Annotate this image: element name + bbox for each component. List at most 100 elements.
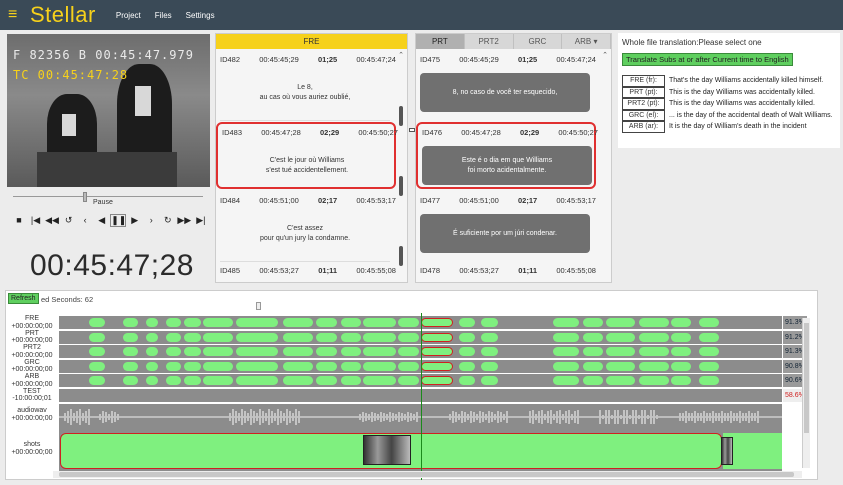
subtitle-text[interactable]: C'est assez pour qu'un jury la condamne.: [220, 214, 390, 253]
subtitle-segment[interactable]: [166, 361, 181, 371]
subtitle-entry-current[interactable]: ID476 00:45:47;28 02;29 00:45:50;27 Este é …: [416, 122, 598, 189]
subtitle-segment[interactable]: [283, 318, 313, 327]
subtitle-segment[interactable]: [481, 361, 498, 371]
tab-prt2[interactable]: PRT2: [464, 34, 514, 49]
subtitle-segment[interactable]: [316, 347, 337, 356]
subtitle-segment[interactable]: [671, 361, 691, 371]
play-icon[interactable]: ▶: [128, 215, 142, 226]
subtitle-segment[interactable]: [89, 376, 105, 385]
subtitle-segment[interactable]: [184, 376, 201, 385]
subtitle-segment[interactable]: [421, 332, 453, 342]
prt-scrollbar[interactable]: ⌃: [601, 51, 609, 281]
subtitle-segment[interactable]: [606, 376, 635, 385]
lang-button-grc[interactable]: GRC (el):: [622, 109, 665, 121]
subtitle-segment[interactable]: [639, 361, 669, 371]
subtitle-segment[interactable]: [123, 332, 138, 342]
chevron-up-icon[interactable]: ⌃: [601, 51, 609, 59]
subtitle-entry[interactable]: ID475 00:45:45;29 01;25 00:45:47;24 8, no c…: [416, 51, 596, 118]
subtitle-segment[interactable]: [421, 347, 453, 356]
subtitle-text[interactable]: É suficiente por um júri condenar.: [420, 214, 590, 253]
pause-icon[interactable]: ❚❚: [110, 213, 126, 227]
subtitle-segment[interactable]: [699, 347, 719, 356]
subtitle-segment[interactable]: [459, 376, 475, 385]
subtitle-segment[interactable]: [236, 318, 278, 327]
subtitle-segment[interactable]: [283, 332, 313, 342]
subtitle-segment[interactable]: [316, 376, 337, 385]
subtitle-segment[interactable]: [699, 376, 719, 385]
subtitle-segment[interactable]: [184, 347, 201, 356]
subtitle-text[interactable]: Este é o dia em que Williams foi morto ac…: [422, 146, 592, 185]
subtitle-segment[interactable]: [699, 332, 719, 342]
subtitle-segment[interactable]: [606, 361, 635, 371]
subtitle-segment[interactable]: [363, 347, 396, 356]
subtitle-text[interactable]: C'est le jour où Williams s'est tué accid…: [222, 146, 392, 185]
subtitle-entry[interactable]: ID484 00:45:51;00 02;17 00:45:53;17 C'est a…: [216, 192, 396, 259]
subtitle-entry[interactable]: ID482 00:45:45;29 01;25 00:45:47;24 Le 8, au…: [216, 51, 396, 118]
subtitle-segment[interactable]: [236, 361, 278, 371]
subtitle-entry[interactable]: ID478 00:45:53;27 01;11 00:45:55;08: [416, 262, 596, 282]
lang-button-arb[interactable]: ARB (ar):: [622, 121, 665, 133]
subtitle-segment[interactable]: [398, 376, 419, 385]
scroll-thumb[interactable]: [804, 323, 809, 433]
subtitle-segment[interactable]: [341, 376, 361, 385]
subtitle-segment[interactable]: [481, 376, 498, 385]
subtitle-segment[interactable]: [481, 332, 498, 342]
menu-project[interactable]: Project: [116, 11, 141, 20]
playhead[interactable]: [421, 313, 422, 480]
subtitle-segment[interactable]: [699, 318, 719, 327]
lang-button-fre[interactable]: FRE (fr):: [622, 75, 665, 87]
subtitle-segment[interactable]: [236, 347, 278, 356]
subtitle-segment[interactable]: [398, 361, 419, 371]
subtitle-segment[interactable]: [583, 376, 603, 385]
timeline-resize-handle[interactable]: [256, 302, 261, 310]
subtitle-segment[interactable]: [459, 347, 475, 356]
subtitle-segment[interactable]: [583, 318, 603, 327]
subtitle-segment[interactable]: [123, 318, 138, 327]
subtitle-segment[interactable]: [203, 361, 233, 371]
subtitle-segment[interactable]: [459, 332, 475, 342]
subtitle-segment[interactable]: [553, 332, 579, 342]
subtitle-segment[interactable]: [146, 318, 158, 327]
subtitle-segment[interactable]: [671, 318, 691, 327]
hamburger-menu-icon[interactable]: ≡: [8, 6, 24, 24]
step-forward-icon[interactable]: ›: [144, 215, 158, 225]
subtitle-segment[interactable]: [606, 332, 635, 342]
subtitle-segment[interactable]: [283, 347, 313, 356]
subtitle-segment[interactable]: [639, 376, 669, 385]
subtitle-segment[interactable]: [606, 318, 635, 327]
subtitle-segment[interactable]: [316, 361, 337, 371]
subtitle-segment[interactable]: [236, 376, 278, 385]
timeline-hscroll[interactable]: [53, 471, 802, 478]
subtitle-text[interactable]: 8, no caso de você ter esquecido,: [420, 73, 590, 112]
subtitle-segment[interactable]: [123, 347, 138, 356]
lang-button-prt2[interactable]: PRT2 (pt):: [622, 98, 665, 110]
subtitle-segment[interactable]: [398, 318, 419, 327]
subtitle-segment[interactable]: [671, 332, 691, 342]
subtitle-segment[interactable]: [481, 347, 498, 356]
subtitle-segment[interactable]: [363, 332, 396, 342]
subtitle-segment[interactable]: [699, 361, 719, 371]
subtitle-entry[interactable]: ID485 00:45:53;27 01;11 00:45:55;08: [216, 262, 396, 282]
subtitle-segment[interactable]: [341, 332, 361, 342]
subtitle-segment[interactable]: [639, 332, 669, 342]
subtitle-segment[interactable]: [283, 361, 313, 371]
scroll-thumb[interactable]: [399, 246, 403, 266]
subtitle-segment[interactable]: [316, 332, 337, 342]
scroll-thumb[interactable]: [399, 106, 403, 126]
chevron-up-icon[interactable]: ⌃: [397, 51, 405, 59]
subtitle-segment[interactable]: [89, 318, 105, 327]
subtitle-segment[interactable]: [459, 361, 475, 371]
menu-settings[interactable]: Settings: [186, 11, 215, 20]
subtitle-segment[interactable]: [203, 376, 233, 385]
subtitle-segment[interactable]: [184, 361, 201, 371]
scroll-thumb[interactable]: [399, 176, 403, 196]
subtitle-segment[interactable]: [166, 332, 181, 342]
subtitle-segment[interactable]: [89, 361, 105, 371]
subtitle-segment[interactable]: [203, 347, 233, 356]
subtitle-segment[interactable]: [236, 332, 278, 342]
subtitle-segment[interactable]: [341, 361, 361, 371]
play-reverse-icon[interactable]: ◀: [95, 215, 109, 226]
subtitle-segment[interactable]: [123, 376, 138, 385]
replay-icon[interactable]: ↺: [62, 215, 76, 226]
fre-scrollbar[interactable]: ⌃: [397, 51, 405, 281]
